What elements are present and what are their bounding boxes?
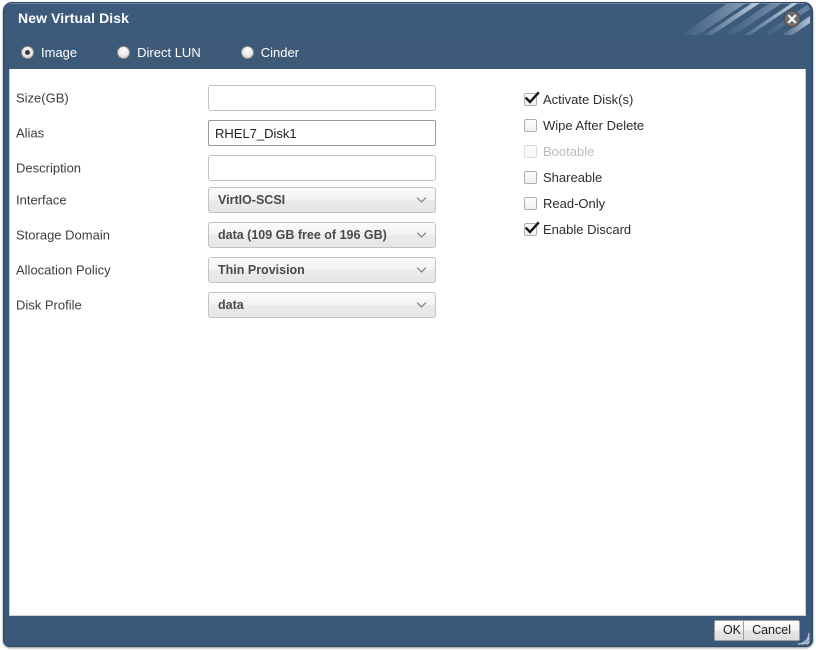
interface-select-value: VirtIO-SCSI xyxy=(218,193,286,207)
radio-label-image: Image xyxy=(41,44,78,60)
label-allocation-policy: Allocation Policy xyxy=(16,262,111,278)
form-row-disk-profile: Disk Profile data xyxy=(10,292,450,318)
checkbox-row-enable-discard[interactable]: Enable Discard xyxy=(524,220,631,238)
radio-option-image[interactable]: Image xyxy=(21,45,77,60)
checkbox-label-activate-disks: Activate Disk(s) xyxy=(543,91,634,107)
form-row-storage-domain: Storage Domain data (109 GB free of 196 … xyxy=(10,222,450,248)
checkbox-label-shareable: Shareable xyxy=(543,169,603,185)
checkbox-row-read-only[interactable]: Read-Only xyxy=(524,194,605,212)
chevron-down-icon xyxy=(416,267,427,273)
allocation-policy-select-value: Thin Provision xyxy=(218,263,305,277)
form-row-size: Size(GB) xyxy=(10,85,450,111)
field-allocation-policy-wrapper: Thin Provision xyxy=(208,257,436,283)
chevron-down-icon xyxy=(416,302,427,308)
field-storage-domain-wrapper: data (109 GB free of 196 GB) xyxy=(208,222,436,248)
label-description: Description xyxy=(16,160,82,176)
allocation-policy-select[interactable]: Thin Provision xyxy=(208,257,436,283)
checkbox-label-bootable: Bootable xyxy=(543,143,595,159)
description-input[interactable] xyxy=(208,155,436,181)
radio-option-cinder[interactable]: Cinder xyxy=(240,44,300,60)
size-input[interactable] xyxy=(208,85,436,111)
dialog-titlebar[interactable]: New Virtual Disk xyxy=(4,3,810,35)
dialog-footer: OK Cancel xyxy=(9,616,806,644)
chevron-down-icon xyxy=(416,232,427,238)
radio-label-cinder: Cinder xyxy=(260,44,300,60)
disk-type-tabbar: Image Direct LUN Cinder xyxy=(9,35,806,69)
label-size: Size(GB) xyxy=(16,90,69,106)
new-virtual-disk-dialog: New Virtual Disk Image Direct LUN Cinder xyxy=(3,2,813,647)
close-icon[interactable] xyxy=(783,10,801,28)
check-icon xyxy=(524,221,540,234)
checkbox-row-activate-disks[interactable]: Activate Disk(s) xyxy=(524,90,633,108)
chevron-down-icon xyxy=(416,197,427,203)
checkbox-icon-shareable xyxy=(524,170,537,184)
dialog-title: New Virtual Disk xyxy=(18,10,130,26)
field-size-wrapper xyxy=(208,85,436,111)
disk-profile-select-value: data xyxy=(218,298,244,312)
label-storage-domain: Storage Domain xyxy=(16,227,110,243)
field-alias-wrapper xyxy=(208,120,436,146)
label-alias: Alias xyxy=(16,125,45,141)
checkbox-label-wipe-after-delete: Wipe After Delete xyxy=(543,117,645,133)
alias-input[interactable] xyxy=(208,120,436,146)
checkbox-icon-bootable xyxy=(524,144,537,158)
checkbox-label-read-only: Read-Only xyxy=(543,195,606,211)
checkbox-row-shareable[interactable]: Shareable xyxy=(524,168,602,186)
disk-profile-select[interactable]: data xyxy=(208,292,436,318)
storage-domain-select[interactable]: data (109 GB free of 196 GB) xyxy=(208,222,436,248)
checkbox-row-wipe-after-delete[interactable]: Wipe After Delete xyxy=(524,116,644,134)
interface-select[interactable]: VirtIO-SCSI xyxy=(208,187,436,213)
checkbox-icon-enable-discard xyxy=(524,221,540,236)
radio-option-direct-lun[interactable]: Direct LUN xyxy=(117,45,201,60)
form-row-allocation-policy: Allocation Policy Thin Provision xyxy=(10,257,450,283)
check-icon xyxy=(524,91,540,104)
label-disk-profile: Disk Profile xyxy=(16,297,82,313)
form-row-alias: Alias xyxy=(10,120,450,146)
radio-icon-direct-lun xyxy=(117,45,131,59)
checkbox-icon-wipe-after-delete xyxy=(524,118,537,132)
field-description-wrapper xyxy=(208,155,436,181)
radio-icon-image xyxy=(21,45,34,59)
form-row-description: Description xyxy=(10,155,450,181)
checkbox-row-bootable: Bootable xyxy=(524,142,594,160)
dialog-content: Size(GB) Alias Description Interface xyxy=(9,69,806,616)
checkbox-icon-read-only xyxy=(524,196,537,210)
cancel-button[interactable]: Cancel xyxy=(743,620,800,641)
field-interface-wrapper: VirtIO-SCSI xyxy=(208,187,436,213)
label-interface: Interface xyxy=(16,192,67,208)
disk-type-radio-group: Image Direct LUN Cinder xyxy=(21,35,339,69)
storage-domain-select-value: data (109 GB free of 196 GB) xyxy=(218,228,387,242)
radio-label-direct-lun: Direct LUN xyxy=(137,44,201,60)
checkbox-label-enable-discard: Enable Discard xyxy=(543,221,632,237)
radio-icon-cinder xyxy=(240,45,254,59)
checkbox-icon-activate-disks xyxy=(524,91,540,106)
field-disk-profile-wrapper: data xyxy=(208,292,436,318)
form-row-interface: Interface VirtIO-SCSI xyxy=(10,187,450,213)
resize-grip-icon[interactable] xyxy=(796,631,810,645)
